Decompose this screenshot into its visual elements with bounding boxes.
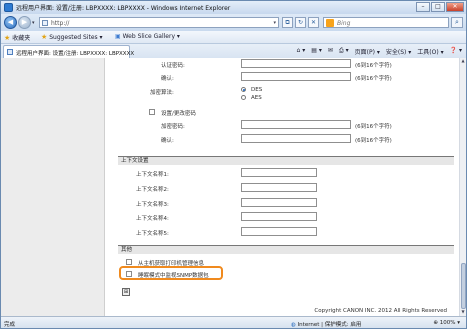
encryption-password-field[interactable] (241, 120, 351, 129)
context-name-3-field[interactable] (241, 198, 317, 207)
set-change-password-label: 设置/更改密码 (161, 111, 196, 117)
page-icon (42, 20, 48, 26)
stop-icon[interactable]: ✕ (308, 17, 319, 28)
context-name-4-label: 上下文名称4: (136, 216, 169, 222)
favorites-label: 收藏夹 (12, 35, 31, 42)
compat-view-icon[interactable]: ⧉ (282, 17, 293, 28)
left-sidebar (1, 58, 105, 316)
mail-icon[interactable]: ✉ (328, 47, 333, 56)
encryption-confirm-label: 确认: (161, 138, 174, 144)
scroll-down-icon[interactable]: ▼ (460, 309, 466, 316)
encryption-confirm-field[interactable] (241, 134, 351, 143)
ie-logo-icon (4, 3, 13, 12)
suggested-sites-link[interactable]: ★ Suggested Sites ▾ (41, 33, 103, 41)
set-change-password-checkbox[interactable] (149, 109, 155, 115)
get-printer-mgmt-checkbox[interactable] (126, 259, 132, 265)
copyright-text: Copyright CANON INC. 2012 All Rights Res… (314, 308, 447, 314)
auth-password-hint: (6到16个字符) (355, 63, 392, 69)
scroll-up-icon[interactable]: ▲ (460, 58, 466, 65)
back-button[interactable]: ◀ (4, 16, 17, 29)
zoom-control[interactable]: ⊕ 100% ▾ (433, 320, 460, 326)
status-bar: 完成 ◍ Internet | 保护模式: 启用 ⊕ 100% ▾ (1, 316, 466, 328)
security-zone-label: Internet | 保护模式: 启用 (297, 322, 362, 328)
maximize-button[interactable]: □ (431, 2, 445, 12)
command-bar: ⌂ ▾ ▤ ▾ ✉ ⎙ ▾ 页面(P) ▾ 安全(S) ▾ 工具(O) ▾ ❓ … (297, 47, 462, 56)
favorites-button[interactable]: ★ 收藏夹 (4, 33, 30, 42)
zoom-level: 100% ▾ (439, 320, 460, 326)
context-name-2-label: 上下文名称2: (136, 187, 169, 193)
web-slice-label: Web Slice Gallery ▾ (122, 33, 180, 40)
aes-label: AES (251, 95, 262, 101)
url-text: http:// (51, 20, 70, 27)
tools-menu[interactable]: 工具(O) ▾ (417, 47, 443, 56)
context-name-2-field[interactable] (241, 183, 317, 192)
auth-password-field[interactable] (241, 59, 351, 68)
encryption-password-label: 加密密码: (161, 124, 185, 130)
help-menu[interactable]: ❓ ▾ (450, 47, 462, 56)
context-settings-heading: 上下文设置 (118, 156, 454, 165)
page-menu[interactable]: 页面(P) ▾ (355, 47, 380, 56)
browser-window: 远程用户界面: 设置/注册: LBPXXXX: LBPXXXX - Window… (0, 0, 467, 329)
des-radio[interactable] (241, 87, 246, 92)
page-viewport: 认证密码: (6到16个字符) 确认: (6到16个字符) 加密算法: DES … (1, 58, 459, 316)
web-slice-icon: ▣ (115, 33, 121, 40)
encryption-algorithm-label: 加密算法: (150, 90, 174, 96)
minimize-button[interactable]: – (416, 2, 430, 12)
home-icon[interactable]: ⌂ ▾ (297, 47, 306, 56)
bing-icon (326, 19, 334, 27)
auth-confirm-label: 确认: (161, 76, 174, 82)
tab-bar: 远程用户界面: 设置/注册: LBPXXXX: LBPXXXX ⌂ ▾ ▤ ▾ … (1, 44, 466, 58)
tab-page-icon (7, 49, 13, 55)
web-slice-gallery-link[interactable]: ▣ Web Slice Gallery ▾ (115, 33, 180, 40)
print-icon[interactable]: ⎙ ▾ (339, 47, 349, 56)
refresh-icon[interactable]: ↻ (295, 17, 306, 28)
security-zone[interactable]: ◍ Internet | 保护模式: 启用 (291, 320, 361, 328)
tab-label: 远程用户界面: 设置/注册: LBPXXXX: LBPXXXX (16, 51, 135, 57)
url-dropdown-icon[interactable]: ▾ (273, 20, 276, 26)
scrollbar-thumb[interactable] (461, 263, 466, 309)
context-name-5-field[interactable] (241, 227, 317, 236)
des-label: DES (251, 87, 263, 93)
close-button[interactable]: ✕ (446, 2, 464, 12)
auth-confirm-hint: (6到16个字符) (355, 76, 392, 82)
star-icon: ★ (4, 34, 11, 42)
context-name-3-label: 上下文名称3: (136, 202, 169, 208)
favorites-bar: ★ 收藏夹 ★ Suggested Sites ▾ ▣ Web Slice Ga… (1, 31, 466, 44)
search-icon[interactable]: ⌕ (451, 17, 463, 28)
status-text: 完成 (4, 322, 16, 328)
title-bar[interactable]: 远程用户界面: 设置/注册: LBPXXXX: LBPXXXX - Window… (1, 1, 466, 14)
zoom-icon: ⊕ (433, 320, 439, 326)
other-heading: 其他 (118, 245, 454, 254)
context-name-5-label: 上下文名称5: (136, 231, 169, 237)
safety-menu[interactable]: 安全(S) ▾ (386, 47, 411, 56)
submit-button[interactable]: ⊞ (122, 288, 130, 296)
forward-button[interactable]: ▶ (18, 16, 31, 29)
add-favorite-icon: ★ (41, 33, 48, 41)
suggested-sites-label: Suggested Sites ▾ (49, 34, 103, 41)
auth-password-label: 认证密码: (161, 63, 185, 69)
context-name-1-label: 上下文名称1: (136, 172, 169, 178)
search-placeholder: Bing (337, 20, 351, 27)
snmp-sleep-checkbox[interactable] (126, 271, 132, 277)
globe-icon: ◍ (291, 322, 296, 328)
search-input[interactable]: Bing (323, 17, 449, 28)
url-field[interactable]: http:// ▾ (39, 17, 279, 28)
feeds-icon[interactable]: ▤ ▾ (311, 47, 322, 56)
address-bar: ◀ ▶ ▾ http:// ▾ ⧉ ↻ ✕ Bing ⌕ (1, 14, 466, 31)
aes-radio[interactable] (241, 95, 246, 100)
context-name-1-field[interactable] (241, 168, 317, 177)
window-title: 远程用户界面: 设置/注册: LBPXXXX: LBPXXXX - Window… (16, 5, 231, 12)
snmp-sleep-label: 睡眠模式中监视SNMP数据包 (138, 273, 209, 279)
auth-confirm-field[interactable] (241, 72, 351, 81)
tab-current[interactable]: 远程用户界面: 设置/注册: LBPXXXX: LBPXXXX (3, 45, 134, 58)
encryption-password-hint: (6到16个字符) (355, 124, 392, 130)
settings-form: 认证密码: (6到16个字符) 确认: (6到16个字符) 加密算法: DES … (118, 58, 454, 316)
history-dropdown-icon[interactable]: ▾ (32, 20, 35, 26)
vertical-scrollbar[interactable]: ▲ ▼ (459, 58, 466, 316)
encryption-confirm-hint: (6到16个字符) (355, 138, 392, 144)
context-name-4-field[interactable] (241, 212, 317, 221)
